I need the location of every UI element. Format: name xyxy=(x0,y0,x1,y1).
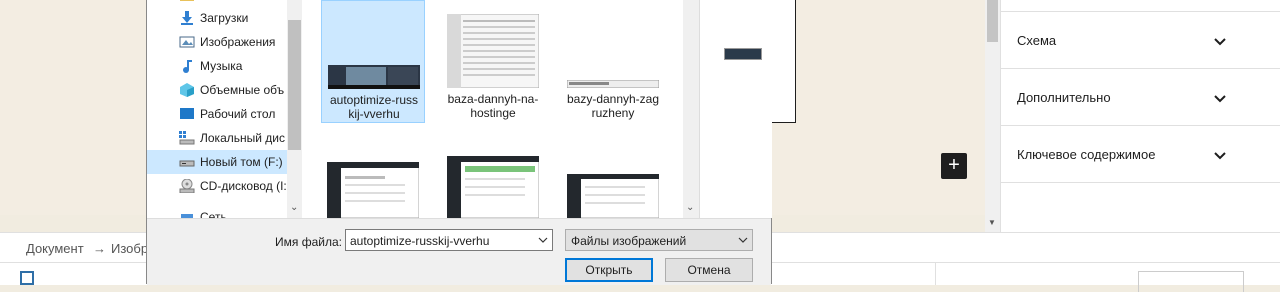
3d-objects-icon xyxy=(180,83,194,97)
panel-section-label: Ключевое содержимое xyxy=(1017,147,1156,162)
panel-divider xyxy=(1001,182,1280,183)
nav-item-label: Объемные объ xyxy=(200,83,285,97)
nav-item-pictures[interactable]: Изображения xyxy=(147,30,287,54)
nav-item-new-volume[interactable]: Новый том (F:) xyxy=(147,150,287,174)
add-block-button[interactable]: + xyxy=(941,153,967,179)
chevron-down-icon[interactable] xyxy=(1213,151,1227,161)
panel-section-label: Дополнительно xyxy=(1017,90,1111,105)
footer-divider xyxy=(935,263,936,285)
folder-icon xyxy=(180,0,194,1)
file-type-value: Файлы изображений xyxy=(571,234,687,248)
chevron-down-icon[interactable] xyxy=(1213,37,1227,47)
editor-image-block[interactable] xyxy=(770,0,796,123)
scroll-down-arrow-icon[interactable]: ▼ xyxy=(988,218,996,227)
preview-pane xyxy=(699,0,772,218)
dialog-footer: Имя файла: autoptimize-russkij-vverhu Фа… xyxy=(147,218,771,285)
navigation-scrollbar-thumb[interactable] xyxy=(288,20,301,150)
nav-item-cd-drive[interactable]: CD-дисковод (I: xyxy=(147,174,287,198)
preview-image xyxy=(724,48,762,60)
file-thumbnail xyxy=(447,14,539,88)
file-tile-bazy-dannyh[interactable]: bazy-dannyh-zag ruzheny xyxy=(561,0,665,123)
file-tile-baza-dannyh[interactable]: baza-dannyh-na-hostinge xyxy=(441,0,545,123)
file-type-select[interactable]: Файлы изображений xyxy=(565,229,753,251)
filename-input[interactable]: autoptimize-russkij-vverhu xyxy=(345,229,553,251)
panel-section-label: Схема xyxy=(1017,33,1057,48)
navigation-pane: Загрузки Изображения Музыка Объемные объ… xyxy=(147,0,302,224)
nav-item-label: Локальный дис xyxy=(200,131,285,145)
nav-item-label: Изображения xyxy=(200,35,276,49)
drive-icon xyxy=(179,160,195,167)
file-thumbnail xyxy=(567,80,659,88)
open-button[interactable]: Открыть xyxy=(565,258,653,282)
chevron-down-icon[interactable] xyxy=(538,235,548,245)
nav-item-label: CD-дисковод (I: xyxy=(200,179,287,193)
file-tile[interactable] xyxy=(441,156,545,218)
download-icon xyxy=(181,11,193,25)
nav-item-label: Новый том (F:) xyxy=(200,155,283,169)
file-thumbnail xyxy=(567,174,659,218)
cd-drive-icon xyxy=(179,179,195,193)
file-thumbnail xyxy=(328,65,420,89)
nav-item-label: Рабочий стол xyxy=(200,107,276,121)
navigation-scrollbar[interactable]: ⌄ xyxy=(287,0,302,218)
scroll-down-arrow-icon[interactable]: ⌄ xyxy=(290,202,298,213)
nav-item-local-disk[interactable]: Локальный дис xyxy=(147,126,287,150)
footer-button[interactable] xyxy=(1138,271,1244,292)
file-list-scrollbar[interactable]: ⌄ xyxy=(683,0,699,218)
block-icon xyxy=(20,271,34,285)
file-caption: bazy-dannyh-zag ruzheny xyxy=(566,92,660,120)
file-caption: autoptimize-russ kij-vverhu xyxy=(329,93,419,121)
file-thumbnail xyxy=(447,156,539,218)
nav-item-music[interactable]: Музыка xyxy=(147,54,287,78)
file-thumbnail xyxy=(327,162,419,218)
breadcrumb-image[interactable]: Изобр xyxy=(111,241,148,256)
filename-value: autoptimize-russkij-vverhu xyxy=(350,234,490,248)
nav-item-downloads[interactable]: Загрузки xyxy=(147,6,287,30)
file-tile[interactable] xyxy=(321,160,425,218)
nav-item-label: Загрузки xyxy=(200,11,249,25)
scroll-down-arrow-icon[interactable]: ⌄ xyxy=(686,202,694,213)
chevron-down-icon[interactable] xyxy=(738,235,748,245)
nav-item-desktop[interactable]: Рабочий стол xyxy=(147,102,287,126)
file-open-dialog: Загрузки Изображения Музыка Объемные объ… xyxy=(146,0,772,285)
file-tile-autoptimize[interactable]: autoptimize-russ kij-vverhu xyxy=(321,0,425,123)
file-list: autoptimize-russ kij-vverhu baza-dannyh-n… xyxy=(302,0,702,218)
panel-section-scheme[interactable]: Схема xyxy=(1001,11,1280,69)
music-icon xyxy=(183,60,192,73)
chevron-down-icon[interactable] xyxy=(1213,94,1227,104)
nav-item-3d-objects[interactable]: Объемные объ xyxy=(147,78,287,102)
block-settings-panel: Схема Дополнительно Ключевое содержимое xyxy=(1000,0,1280,232)
desktop-icon xyxy=(180,108,194,119)
filename-label: Имя файла: xyxy=(275,235,342,249)
cancel-button[interactable]: Отмена xyxy=(665,258,753,282)
panel-section-advanced[interactable]: Дополнительно xyxy=(1001,68,1280,126)
nav-item-label: Музыка xyxy=(200,59,243,73)
editor-scrollbar-thumb[interactable] xyxy=(987,0,998,42)
local-disk-icon xyxy=(179,131,195,145)
breadcrumb-document[interactable]: Документ xyxy=(26,241,84,256)
panel-section-key-content[interactable]: Ключевое содержимое xyxy=(1001,125,1280,183)
file-caption: baza-dannyh-na-hostinge xyxy=(447,92,539,120)
pictures-icon xyxy=(179,36,195,48)
file-tile[interactable] xyxy=(561,172,665,218)
editor-scrollbar[interactable]: ▼ xyxy=(985,0,1000,232)
breadcrumb-arrow: → xyxy=(93,241,106,256)
